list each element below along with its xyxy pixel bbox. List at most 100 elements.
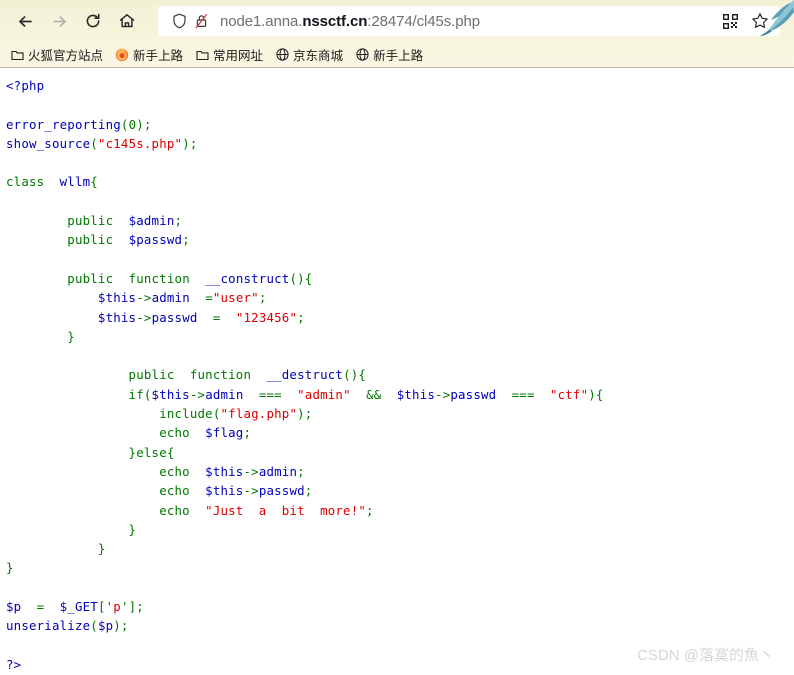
code-token: passwd <box>258 483 305 499</box>
code-token: if( <box>6 386 152 402</box>
code-token: && <box>350 386 397 402</box>
code-token: $this <box>205 463 244 479</box>
code-token: include <box>6 406 213 422</box>
code-token: ( <box>212 406 221 422</box>
code-token: "user" <box>212 290 259 306</box>
code-token: ( <box>90 135 98 151</box>
code-token: -> <box>435 386 451 402</box>
forward-button[interactable] <box>42 4 76 38</box>
code-token: "123456" <box>235 309 298 325</box>
firefox-icon <box>115 48 129 62</box>
code-token: unserialize <box>6 618 91 634</box>
code-token: $p <box>97 618 114 634</box>
code-token: ; <box>182 232 190 248</box>
code-token: } <box>6 521 137 537</box>
code-token: ){ <box>588 386 604 402</box>
code-token: === <box>496 386 550 402</box>
code-token: $flag <box>205 425 244 441</box>
code-token: ; <box>297 463 305 479</box>
code-token: __construct <box>205 270 290 286</box>
code-token: echo <box>6 502 190 518</box>
code-token: ); <box>113 618 129 634</box>
code-token: passwd <box>450 386 497 402</box>
code-token: echo <box>6 463 190 479</box>
code-token: admin <box>258 463 298 479</box>
url-text[interactable]: node1.anna.nssctf.cn:28474/cl45s.php <box>212 13 716 30</box>
bookmark-label: 京东商城 <box>293 49 344 63</box>
code-token: ; <box>304 483 313 499</box>
folder-icon <box>195 48 209 62</box>
code-token: $admin <box>128 213 175 229</box>
code-token: ; <box>143 116 152 132</box>
code-token: ); <box>297 406 313 422</box>
code-token: -> <box>243 483 259 499</box>
code-token: ; <box>174 213 183 229</box>
back-button[interactable] <box>8 4 42 38</box>
code-token: -> <box>243 463 259 479</box>
arrow-left-icon <box>16 12 35 31</box>
globe-icon <box>355 48 369 62</box>
code-token: -> <box>136 309 152 325</box>
code-token: $this <box>151 386 190 402</box>
code-token: = <box>189 290 213 306</box>
star-bookmark-icon[interactable] <box>746 8 774 34</box>
code-token: function <box>128 270 190 286</box>
arrow-right-icon <box>50 12 69 31</box>
csdn-watermark: CSDN @落寞的魚丶 <box>637 647 774 664</box>
code-token: $passwd <box>128 232 183 248</box>
qr-code-icon[interactable] <box>716 8 744 34</box>
folder-icon <box>10 48 24 62</box>
code-token: passwd <box>151 309 198 325</box>
code-token: public <box>6 232 114 248</box>
lock-slashed-icon[interactable] <box>190 10 212 32</box>
shield-icon[interactable] <box>168 10 190 32</box>
code-token: ; <box>366 502 374 518</box>
code-token: class <box>6 174 45 190</box>
code-token: } <box>6 560 14 576</box>
bookmark-item[interactable]: 火狐官方站点 <box>6 43 109 66</box>
code-token: "admin" <box>297 386 351 402</box>
globe-icon <box>275 48 289 62</box>
code-token: -> <box>189 386 206 402</box>
url-bar[interactable]: node1.anna.nssctf.cn:28474/cl45s.php <box>158 6 780 36</box>
bookmark-label: 常用网址 <box>213 49 264 63</box>
home-button[interactable] <box>110 4 144 38</box>
code-token: ?> <box>6 656 22 672</box>
reload-button[interactable] <box>76 4 110 38</box>
code-token: __destruct <box>266 367 344 383</box>
bookmark-item[interactable]: 新手上路 <box>351 43 429 66</box>
code-token: "c145s.php" <box>97 135 183 151</box>
code-token: ; <box>297 309 305 325</box>
code-token: = <box>21 599 60 615</box>
url-host: nssctf.cn <box>302 12 368 30</box>
code-token: echo <box>6 483 190 499</box>
code-token: ); <box>182 135 198 151</box>
home-icon <box>118 12 136 30</box>
code-token: "ctf" <box>549 386 589 402</box>
bookmark-item[interactable]: 常用网址 <box>191 43 269 66</box>
code-token: = <box>197 309 236 325</box>
code-token: p <box>113 599 121 615</box>
code-token: }else{ <box>6 444 175 460</box>
code-token: $_GET <box>59 599 98 615</box>
bookmark-item[interactable]: 京东商城 <box>271 43 349 66</box>
code-token: function <box>189 367 252 383</box>
code-token: $this <box>97 290 137 306</box>
page-content: <?php error_reporting(0); show_source("c… <box>0 68 794 675</box>
bookmark-item[interactable]: 新手上路 <box>111 43 189 66</box>
code-token: public <box>6 270 114 286</box>
code-token: "Just a bit more!" <box>205 502 367 518</box>
code-token: } <box>6 541 106 557</box>
bookmark-label: 新手上路 <box>373 49 424 63</box>
